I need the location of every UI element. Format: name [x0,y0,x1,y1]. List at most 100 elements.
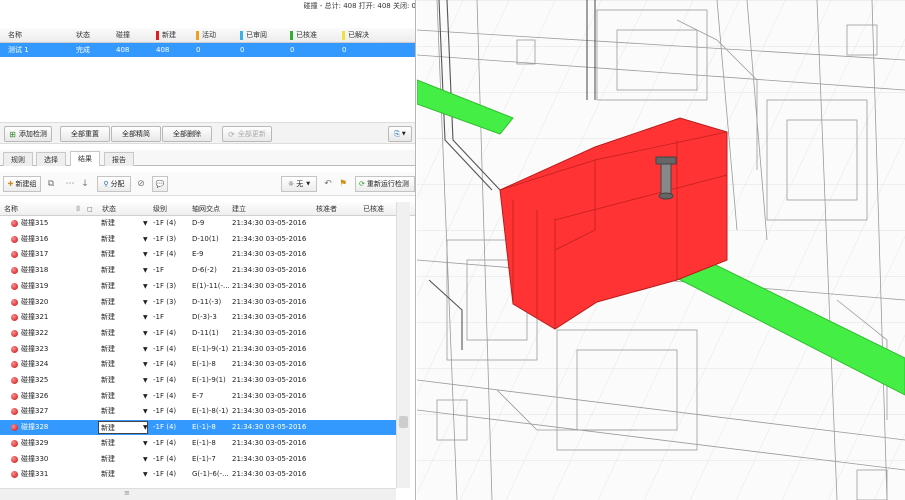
rerun-test-button[interactable]: ⟳ 重新运行检测 [355,176,415,192]
table-row[interactable]: 碰撞319 新建 ▼ -1F (3) E(1)-11(-... 21:34:30 03-0… [0,279,396,294]
unassign-icon[interactable]: ⊘ [134,176,148,192]
col-approved[interactable]: 已核准 [290,28,317,42]
clash-level: -1F (4) [153,219,177,227]
new-status-dot [11,408,18,416]
table-row[interactable]: 碰撞331 新建 ▼ -1F (4) G(-1)-6(-... 21:34:30 03-0… [0,467,396,482]
chevron-down-icon[interactable]: ▼ [143,247,148,262]
camera-icon: ⌷ [76,204,81,213]
col-result-grid[interactable]: 轴网交点 [192,202,220,216]
clash-created: 21:34:30 03-05-2016 [232,470,307,479]
test-row[interactable]: 测试 1 完成 408 408 0 0 0 0 [0,43,415,57]
tab-rules[interactable]: 规则 [3,152,33,166]
table-row[interactable]: 碰撞330 新建 ▼ -1F (4) E(-1)-7 21:34:30 03-05-201… [0,452,396,467]
new-group-icon: ✚ [7,180,14,188]
col-resolved[interactable]: 已解决 [342,28,369,42]
col-result-approved[interactable]: 已核准 [363,202,384,216]
table-row[interactable]: 碰撞316 新建 ▼ -1F (3) D-10(1) 21:34:30 03-05-201… [0,232,396,247]
clash-grid: E(-1)-8 [192,360,216,369]
chevron-down-icon[interactable]: ▼ [143,326,148,341]
chevron-down-icon[interactable]: ▼ [143,357,148,372]
clash-status: 新建 [101,438,115,447]
new-status-dot [11,455,18,463]
tab-select[interactable]: 选择 [36,152,66,166]
col-result-name[interactable]: 名称 [4,202,18,216]
3d-viewport[interactable] [417,0,905,500]
assign-button[interactable]: ⚲ 分配 [97,176,131,192]
col-result-created[interactable]: 建立 [232,202,246,216]
table-row[interactable]: 碰撞327 新建 ▼ -1F (4) E(-1)-8(-1) 21:34:30 03-05… [0,404,396,419]
compact-all-button[interactable]: 全部精简 [111,126,161,142]
table-row[interactable]: 碰撞328 新建 ▼ -1F (4) E(-1)-8 21:34:30 03-05-201… [0,420,396,436]
chevron-down-icon[interactable]: ▼ [143,452,148,467]
chevron-down-icon[interactable]: ▼ [143,467,148,482]
chevron-down-icon[interactable]: ▼ [143,232,148,247]
table-row[interactable]: 碰撞323 新建 ▼ -1F (4) E(-1)-9(-1) 21:34:30 03-05… [0,342,396,357]
results-horizontal-scrollbar[interactable]: ≡ [0,488,396,500]
tab-bar: 规则 选择 结果 报告 [0,150,415,166]
export-icon: ⎘ [394,129,400,138]
table-row[interactable]: 碰撞325 新建 ▼ -1F (4) E(-1)-9(1) 21:34:30 03-05-… [0,373,396,388]
chevron-down-icon[interactable]: ▼ [143,404,148,419]
col-active[interactable]: 活动 [196,28,216,42]
table-row[interactable]: 碰撞322 新建 ▼ -1F (4) D-11(1) 21:34:30 03-05-201… [0,326,396,341]
flag-icon[interactable]: ⚑ [336,176,350,192]
undo-icon[interactable]: ↶ [321,176,335,192]
update-all-button[interactable]: ⟳ 全部更新 [222,126,272,142]
clash-created: 21:34:30 03-05-2016 [232,266,307,275]
col-clashes[interactable]: 碰撞 [116,28,130,42]
col-result-level[interactable]: 级别 [153,202,167,216]
status-dropdown[interactable]: 新建 [98,421,148,435]
new-group-button[interactable]: ✚ 新建组 [3,176,41,192]
col-result-approved-by[interactable]: 核准者 [316,202,337,216]
table-row[interactable]: 碰撞326 新建 ▼ -1F (4) E-7 21:34:30 03-05-2016 [0,389,396,404]
highlight-dropdown[interactable]: ☼ 无 ▼ [281,176,317,192]
table-row[interactable]: 碰撞315 新建 ▼ -1F (4) D-9 21:34:30 03-05-2016 [0,216,396,231]
comment-button[interactable]: 💬 [152,176,168,192]
add-test-button[interactable]: ⊞ 添加检测 [4,126,52,142]
add-test-icon: ⊞ [9,129,16,139]
clash-status: 新建 [101,297,115,306]
table-row[interactable]: 碰撞321 新建 ▼ -1F D(-3)-3 21:34:30 03-05-2016 [0,310,396,325]
clash-grid: E(1)-11(-... [192,281,230,290]
chevron-down-icon[interactable]: ▼ [143,373,148,388]
group-icon[interactable]: ⧉ [44,176,58,192]
chevron-down-icon[interactable]: ▼ [143,310,148,325]
chevron-down-icon[interactable]: ▼ [143,216,148,231]
col-name[interactable]: 名称 [8,28,22,42]
chevron-down-icon[interactable]: ▼ [143,436,148,451]
clash-level: -1F (4) [153,328,177,337]
col-status[interactable]: 状态 [76,28,90,42]
chevron-down-icon[interactable]: ▼ [143,342,148,357]
table-row[interactable]: 碰撞318 新建 ▼ -1F D-6(-2) 21:34:30 03-05-2016 [0,263,396,278]
chevron-down-icon[interactable]: ▼ [143,389,148,404]
chevron-down-icon[interactable]: ▼ [143,263,148,278]
col-result-status[interactable]: 状态 [102,202,116,216]
table-row[interactable]: 碰撞317 新建 ▼ -1F (4) E-9 21:34:30 03-05-2016 [0,247,396,262]
col-reviewed[interactable]: 已审阅 [240,28,267,42]
clash-created: 21:34:30 03-05-2016 [232,407,307,416]
chevron-down-icon[interactable]: ▼ [143,279,148,294]
col-new[interactable]: 新建 [156,28,176,42]
table-row[interactable]: 碰撞329 新建 ▼ -1F (4) E(-1)-8 21:34:30 03-05-201… [0,436,396,451]
clash-status: 新建 [101,250,115,259]
clash-name: 碰撞327 [21,407,49,416]
clash-scene[interactable] [417,0,905,500]
arrow-down-icon[interactable]: ↓ [78,176,92,192]
tab-results[interactable]: 结果 [70,151,100,166]
chevron-down-icon[interactable]: ▼ [143,295,148,310]
results-vertical-scrollbar[interactable] [396,202,410,488]
table-row[interactable]: 碰撞320 新建 ▼ -1F (3) D-11(-3) 21:34:30 03-05-20… [0,295,396,310]
tab-report[interactable]: 报告 [104,152,134,166]
test-table-header: 名称 状态 碰撞 新建 活动 已审阅 已核准 已解决 [0,28,415,43]
clash-created: 21:34:30 03-05-2016 [232,438,307,447]
test-list-empty-area [0,57,415,119]
reset-all-button[interactable]: 全部重置 [60,126,110,142]
scrollbar-thumb[interactable] [399,416,408,428]
clash-grid: D-6(-2) [192,266,217,275]
new-swatch [156,30,159,40]
chevron-down-icon[interactable]: ▼ [143,420,148,435]
export-dropdown-button[interactable]: ⎘ ▼ [388,126,412,142]
delete-all-button[interactable]: 全部删除 [162,126,212,142]
table-row[interactable]: 碰撞324 新建 ▼ -1F (4) E(-1)-8 21:34:30 03-05-201… [0,357,396,372]
remove-from-group-icon[interactable]: ⋯ [63,176,77,192]
